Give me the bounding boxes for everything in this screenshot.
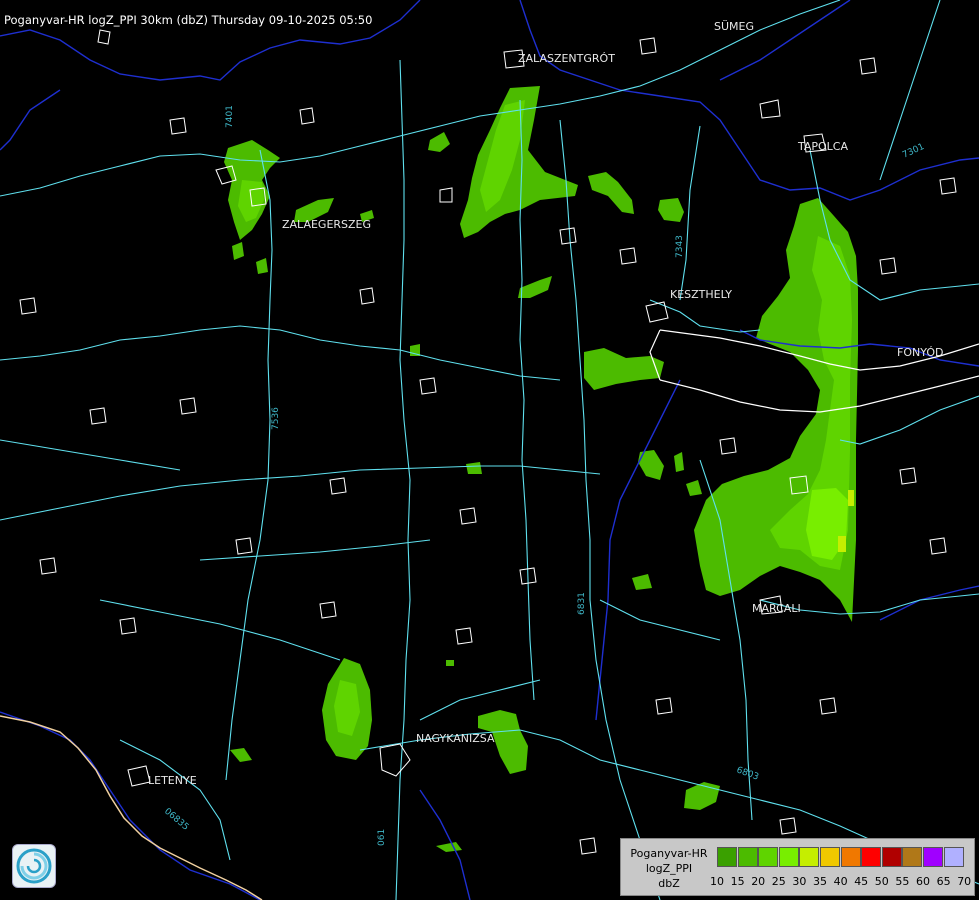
road-label: 6831 xyxy=(577,592,587,615)
legend-swatch xyxy=(717,847,737,867)
legend-swatch xyxy=(819,847,840,867)
legend-swatch xyxy=(902,847,923,867)
legend-tick: 20 xyxy=(751,875,766,888)
city-fonyod: FONYÓD xyxy=(897,346,943,359)
road-label: 7536 xyxy=(271,407,281,430)
city-zalaszentgrot: ZALASZENTGRÓT xyxy=(518,52,615,65)
legend-swatch xyxy=(778,847,799,867)
legend-tick: 35 xyxy=(813,875,827,888)
legend-swatch xyxy=(881,847,902,867)
legend-tick: 60 xyxy=(916,875,930,888)
legend-tick: 30 xyxy=(792,875,807,888)
legend-swatch xyxy=(922,847,943,867)
legend-swatch xyxy=(840,847,861,867)
radar-service-logo-icon xyxy=(12,844,56,888)
city-zalaegerszeg: ZALAEGERSZEG xyxy=(282,218,371,231)
legend-tick: 15 xyxy=(730,875,745,888)
city-sumeg: SÜMEG xyxy=(714,20,754,33)
road-label: 061 xyxy=(377,829,387,846)
legend-ticks: 10 15 20 25 30 35 40 45 50 55 60 65 70 xyxy=(710,875,977,889)
legend-swatch xyxy=(758,847,779,867)
legend-tick: 70 xyxy=(957,875,972,888)
legend-tick: 65 xyxy=(936,875,951,888)
legend-swatch xyxy=(799,847,820,867)
legend-label: Poganyvar-HR logZ_PPI dbZ xyxy=(630,847,708,890)
city-tapolca: TAPOLCA xyxy=(797,140,848,153)
road-label: 7401 xyxy=(225,105,235,128)
road-label: 7343 xyxy=(675,235,685,258)
legend-tick: 55 xyxy=(895,875,910,888)
legend-swatch xyxy=(737,847,758,867)
city-marcali: MARCALI xyxy=(752,602,801,615)
legend-tick: 45 xyxy=(854,875,869,888)
legend-swatch xyxy=(861,847,882,867)
legend-tick: 40 xyxy=(833,875,848,888)
dbz-legend: Poganyvar-HR logZ_PPI dbZ 10 15 20 25 30 35 40… xyxy=(620,838,975,896)
radar-map: SÜMEG ZALASZENTGRÓT TAPOLCA ZALAEGERSZEG… xyxy=(0,0,979,900)
legend-swatch xyxy=(943,847,964,867)
swirl-icon xyxy=(16,848,52,884)
legend-tick: 25 xyxy=(771,875,786,888)
legend-tick: 10 xyxy=(710,875,724,888)
city-keszthely: KESZTHELY xyxy=(670,288,732,301)
legend-tick: 50 xyxy=(874,875,889,888)
legend-swatches xyxy=(717,847,964,867)
radar-title: Poganyvar-HR logZ_PPI 30km (dbZ) Thursda… xyxy=(4,13,373,27)
city-letenye: LETENYE xyxy=(148,774,197,787)
city-nagykanizsa: NAGYKANIZSA xyxy=(416,732,495,745)
